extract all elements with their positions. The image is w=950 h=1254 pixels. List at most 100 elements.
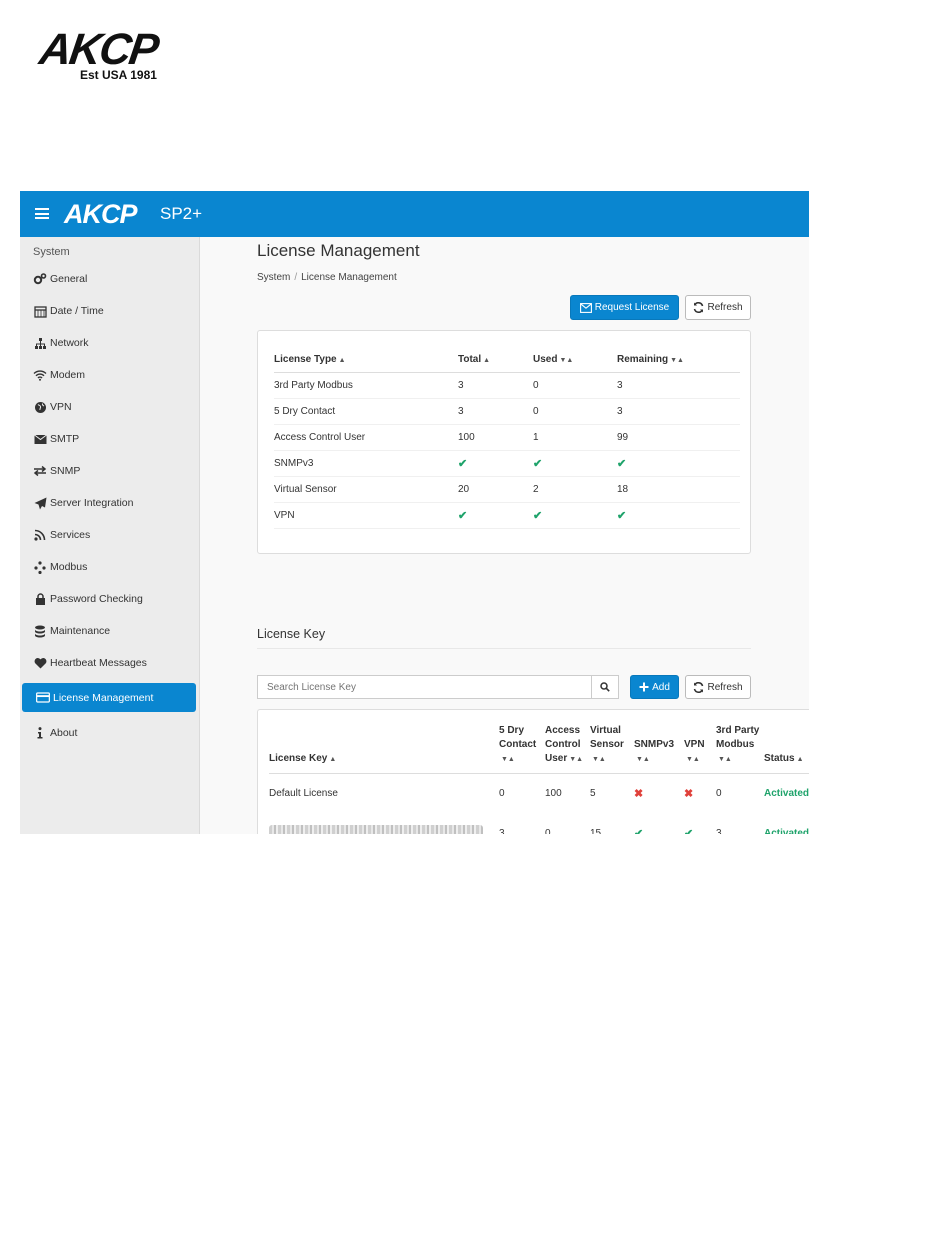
breadcrumb-item-current: License Management	[301, 272, 397, 283]
table-row: Access Control User 100 1 99	[274, 424, 740, 451]
license-type-rows: 3rd Party Modbus 3 0 3 5 Dry Contact 3 0 3 Acces…	[274, 372, 740, 529]
column-header-vpn[interactable]: VPN ▼▲	[684, 724, 716, 774]
sidebar-item-server-integration[interactable]: Server Integration	[33, 493, 133, 513]
column-header-dry-contact[interactable]: 5 Dry Contact ▼▲	[499, 724, 545, 774]
column-header-total[interactable]: Total ▲	[458, 345, 533, 373]
search-button[interactable]	[591, 675, 619, 699]
table-row[interactable]: Default License 0 100 5 ✖ ✖ 0 Activated	[269, 774, 809, 814]
sidebar-item-vpn[interactable]: VPN	[33, 397, 72, 417]
sidebar-item-label: Modbus	[50, 561, 88, 573]
table-row: 3rd Party Modbus 3 0 3	[274, 372, 740, 399]
check-icon: ✔	[634, 828, 644, 834]
sidebar-item-services[interactable]: Services	[33, 525, 90, 545]
table-cell: Access Control User	[274, 424, 458, 451]
search-license-key-input[interactable]	[257, 675, 592, 699]
table-cell: 0	[499, 788, 505, 800]
sidebar-item-password-checking[interactable]: Password Checking	[33, 589, 143, 609]
app-logo[interactable]: AKCP	[64, 199, 138, 229]
table-cell: 100	[545, 788, 562, 800]
refresh-icon	[693, 681, 704, 693]
request-license-label: Request License	[594, 302, 670, 313]
column-header-status[interactable]: Status ▲	[764, 724, 809, 774]
table-cell: 18	[617, 476, 740, 503]
sidebar-item-label: About	[50, 727, 78, 739]
sidebar-item-about[interactable]: About	[33, 723, 77, 743]
sidebar-item-maintenance[interactable]: Maintenance	[33, 621, 110, 641]
sitemap-icon	[33, 336, 47, 350]
license-key-panel: License Key ▲ 5 Dry Contact ▼▲ Access Cont…	[257, 709, 809, 834]
sidebar-item-label: SMTP	[50, 433, 80, 445]
credit-card-icon	[36, 691, 50, 705]
add-license-button[interactable]: Add	[630, 675, 679, 699]
paper-plane-icon	[33, 496, 47, 510]
table-cell: 2	[533, 476, 617, 503]
column-header-license-type[interactable]: License Type ▲	[274, 345, 458, 373]
breadcrumb-item-system[interactable]: System	[257, 272, 290, 283]
license-key-table: License Key ▲ 5 Dry Contact ▼▲ Access Cont…	[269, 724, 809, 834]
table-cell: 0	[545, 828, 551, 834]
column-header-virtual-sensor[interactable]: Virtual Sensor ▼▲	[590, 724, 634, 774]
divider	[257, 648, 751, 649]
refresh-label: Refresh	[707, 681, 743, 693]
sidebar-item-modbus[interactable]: Modbus	[33, 557, 87, 577]
column-header-remaining[interactable]: Remaining ▼▲	[617, 345, 740, 373]
plus-icon	[639, 682, 649, 692]
sidebar-item-label: Maintenance	[50, 625, 111, 637]
sidebar-item-snmp[interactable]: SNMP	[33, 461, 80, 481]
exchange-icon	[33, 464, 47, 478]
sidebar-item-label: Heartbeat Messages	[50, 657, 147, 669]
main-content: License Management System / License Manage…	[200, 237, 809, 834]
sidebar-item-general[interactable]: General	[33, 269, 87, 289]
column-header-access-control-user[interactable]: Access Control User ▼▲	[545, 724, 590, 774]
table-cell: 3rd Party Modbus	[274, 372, 458, 399]
license-type-table: License Type ▲ Total ▲ Used ▼▲ Remaining ▼▲ …	[274, 345, 740, 529]
sidebar-item-date-time[interactable]: Date / Time	[33, 301, 104, 321]
check-icon: ✔	[617, 502, 740, 529]
sidebar-item-label: Modem	[50, 369, 86, 381]
column-header-license-key[interactable]: License Key ▲	[269, 724, 499, 774]
refresh-label: Refresh	[707, 302, 743, 313]
status-badge: Activated	[764, 788, 809, 800]
sidebar-item-heartbeat-messages[interactable]: Heartbeat Messages	[33, 653, 147, 673]
table-cell: 3	[617, 372, 740, 399]
table-header-row: License Type ▲ Total ▲ Used ▼▲ Remaining ▼▲	[274, 345, 740, 373]
logo-brand: AKCP	[36, 25, 161, 74]
logo-tagline: Est USA 1981	[80, 68, 157, 82]
column-header-used[interactable]: Used ▼▲	[533, 345, 617, 373]
table-cell: 15	[590, 828, 602, 834]
table-cell: 100	[458, 424, 533, 451]
refresh-license-key-button[interactable]: Refresh	[685, 675, 751, 699]
breadcrumb: System / License Management	[257, 272, 397, 283]
column-header-snmpv3[interactable]: SNMPv3 ▼▲	[634, 724, 684, 774]
calendar-icon	[33, 304, 47, 318]
hamburger-menu-icon[interactable]	[35, 208, 49, 219]
cogs-icon	[33, 272, 47, 286]
sidebar-item-label: VPN	[50, 401, 72, 413]
table-cell: 0	[533, 398, 617, 425]
sidebar-item-network[interactable]: Network	[33, 333, 89, 353]
sidebar-item-modem[interactable]: Modem	[33, 365, 85, 385]
app-window: AKCP SP2+ System General Date / Time Net…	[20, 191, 809, 834]
check-icon: ✔	[684, 828, 694, 834]
redacted-license-key	[269, 814, 499, 834]
akcp-document-logo: AKCP Est USA 1981	[36, 25, 190, 84]
top-bar: AKCP SP2+	[20, 191, 809, 237]
sidebar-item-label: Services	[50, 529, 91, 541]
table-header-row: License Key ▲ 5 Dry Contact ▼▲ Access Cont…	[269, 724, 809, 774]
table-cell: 99	[617, 424, 740, 451]
table-row[interactable]: 3 0 15 ✔ ✔ 3 Activated	[269, 814, 809, 834]
check-icon: ✔	[533, 450, 617, 477]
license-type-panel: License Type ▲ Total ▲ Used ▼▲ Remaining ▼▲ …	[257, 330, 751, 554]
wifi-icon	[33, 368, 47, 382]
column-header-3rd-party-modbus[interactable]: 3rd Party Modbus ▼▲	[716, 724, 764, 774]
sidebar-item-smtp[interactable]: SMTP	[33, 429, 79, 449]
table-cell: 0	[716, 788, 722, 800]
sidebar-item-license-management[interactable]: License Management	[22, 683, 196, 712]
refresh-button[interactable]: Refresh	[685, 295, 751, 320]
license-key-title: License Key	[257, 627, 326, 641]
table-row: Virtual Sensor 20 2 18	[274, 476, 740, 503]
table-cell: SNMPv3	[274, 450, 458, 477]
page-title: License Management	[257, 241, 420, 260]
check-icon: ✔	[533, 502, 617, 529]
request-license-button[interactable]: Request License	[570, 295, 679, 320]
